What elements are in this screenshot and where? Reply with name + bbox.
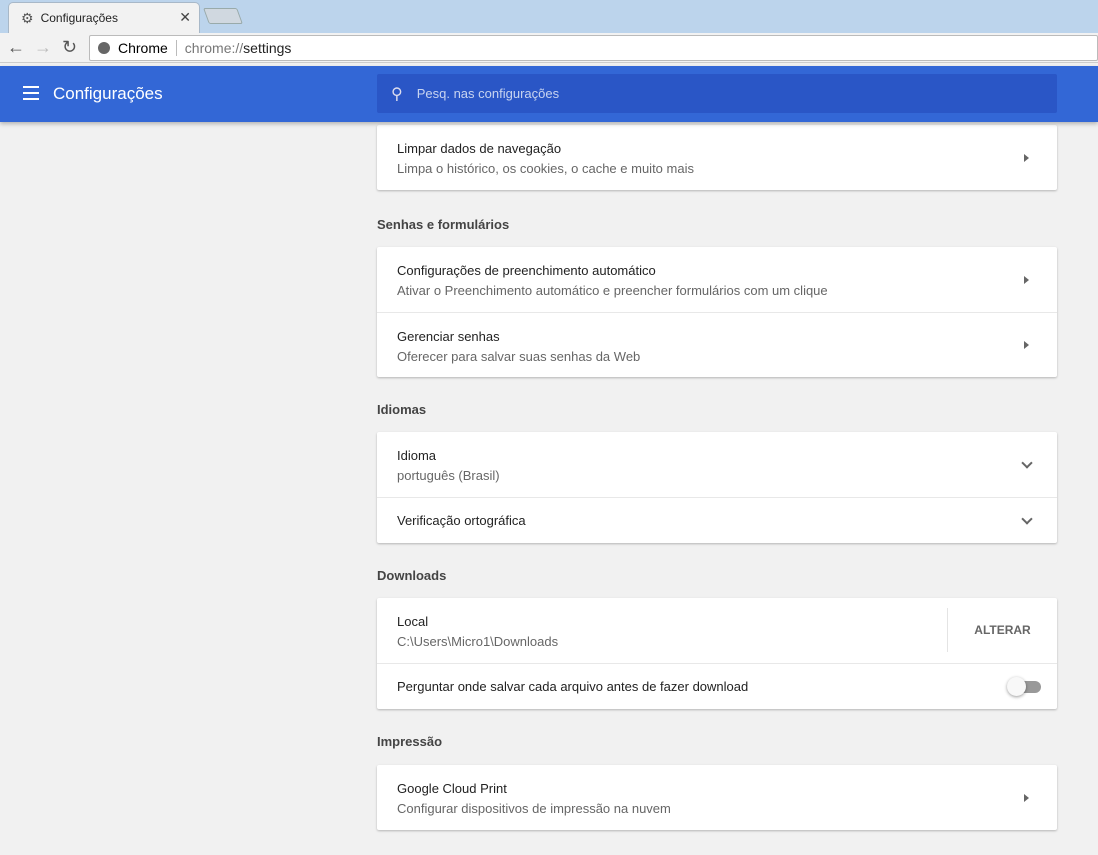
- new-tab-button[interactable]: [203, 8, 243, 24]
- tab-settings[interactable]: ⚙ Configurações ✕: [8, 2, 200, 33]
- close-tab-icon[interactable]: ✕: [179, 9, 191, 26]
- tab-title: Configurações: [40, 11, 118, 25]
- section-title-languages: Idiomas: [377, 402, 427, 417]
- languages-card: Idioma português (Brasil) Verificação or…: [377, 432, 1057, 543]
- divider: [175, 40, 177, 56]
- gear-icon: ⚙: [21, 9, 34, 26]
- chevron-down-icon: [1021, 456, 1033, 469]
- chevron-down-icon: [1021, 512, 1033, 525]
- passwords-card: Configurações de preenchimento automátic…: [377, 247, 1057, 377]
- privacy-card: Limpar dados de navegação Limpa o histór…: [377, 125, 1057, 190]
- autofill-row[interactable]: Configurações de preenchimento automátic…: [377, 247, 1057, 312]
- search-placeholder: Pesq. nas configurações: [416, 86, 560, 101]
- clear-browsing-data-row[interactable]: Limpar dados de navegação Limpa o histór…: [377, 125, 1057, 190]
- address-bar[interactable]: Chrome chrome://settings: [89, 35, 1098, 61]
- settings-header: Configurações ⚲ Pesq. nas configurações: [0, 66, 1098, 122]
- search-input[interactable]: ⚲ Pesq. nas configurações: [377, 74, 1057, 113]
- arrow-right-icon: [1024, 341, 1029, 349]
- forward-icon[interactable]: →: [34, 37, 52, 58]
- reload-icon[interactable]: ↻: [62, 37, 77, 58]
- row-title: Configurações de preenchimento automátic…: [397, 263, 656, 278]
- spellcheck-row[interactable]: Verificação ortográfica: [377, 497, 1057, 543]
- url-scheme: chrome://: [184, 40, 244, 56]
- ask-where-to-save-row[interactable]: Perguntar onde salvar cada arquivo antes…: [377, 663, 1057, 709]
- omnibox-label: Chrome: [118, 40, 168, 56]
- browser-toolbar: ← → ↻ Chrome chrome://settings: [0, 33, 1098, 63]
- row-subtitle: Limpa o histórico, os cookies, o cache e…: [397, 161, 694, 176]
- arrow-right-icon: [1024, 275, 1029, 284]
- back-icon[interactable]: ←: [7, 37, 25, 58]
- page-title: Configurações: [53, 84, 163, 103]
- row-subtitle: Configurar dispositivos de impressão na …: [397, 801, 671, 816]
- row-subtitle: C:\Users\Micro1\Downloads: [397, 634, 559, 649]
- row-title: Idioma: [397, 448, 437, 463]
- arrow-right-icon: [1024, 153, 1029, 162]
- change-location-button[interactable]: ALTERAR: [947, 608, 1057, 652]
- ask-where-to-save-toggle[interactable]: [1007, 677, 1041, 696]
- tab-strip: ⚙ Configurações ✕: [0, 0, 1098, 33]
- menu-icon[interactable]: [23, 86, 39, 104]
- printing-card: Google Cloud Print Configurar dispositiv…: [377, 765, 1057, 830]
- row-title: Google Cloud Print: [397, 781, 507, 796]
- row-subtitle: Ativar o Preenchimento automático e pree…: [397, 283, 828, 298]
- cloud-print-row[interactable]: Google Cloud Print Configurar dispositiv…: [377, 765, 1057, 830]
- search-icon: ⚲: [391, 85, 403, 103]
- row-subtitle: português (Brasil): [397, 468, 500, 483]
- arrow-right-icon: [1024, 793, 1029, 802]
- row-title: Gerenciar senhas: [397, 329, 500, 344]
- row-title: Verificação ortográfica: [397, 513, 526, 528]
- row-subtitle: Oferecer para salvar suas senhas da Web: [397, 349, 641, 364]
- url-path: settings: [243, 40, 292, 56]
- row-title: Perguntar onde salvar cada arquivo antes…: [397, 679, 749, 694]
- section-title-passwords: Senhas e formulários: [377, 217, 510, 232]
- row-title: Limpar dados de navegação: [397, 141, 562, 156]
- chrome-icon: [98, 42, 110, 54]
- language-row[interactable]: Idioma português (Brasil): [377, 432, 1057, 497]
- section-title-downloads: Downloads: [377, 568, 447, 583]
- downloads-card: Local C:\Users\Micro1\Downloads ALTERAR …: [377, 598, 1057, 709]
- download-location-row: Local C:\Users\Micro1\Downloads ALTERAR: [377, 598, 1057, 663]
- manage-passwords-row[interactable]: Gerenciar senhas Oferecer para salvar su…: [377, 312, 1057, 377]
- row-title: Local: [397, 614, 429, 629]
- section-title-printing: Impressão: [377, 734, 443, 749]
